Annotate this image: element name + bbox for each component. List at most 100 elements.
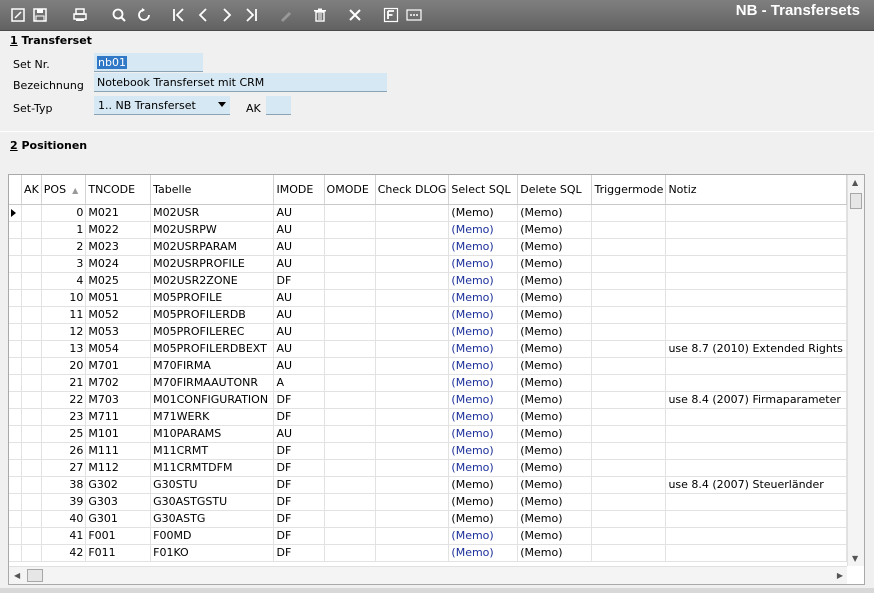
cell-ak[interactable] xyxy=(21,459,42,477)
cell-pos[interactable]: 11 xyxy=(41,306,87,324)
cell-tncode[interactable]: G301 xyxy=(85,510,152,528)
cell-omode[interactable] xyxy=(324,357,376,375)
table-row[interactable]: 41 F001 F00MD DF (Memo) (Memo) xyxy=(9,527,847,545)
cell-triggermode[interactable] xyxy=(591,442,667,460)
refresh-button[interactable] xyxy=(135,6,153,24)
row-indicator[interactable] xyxy=(9,408,23,426)
cell-select-sql[interactable]: (Memo) xyxy=(448,476,519,494)
cell-check-dlog[interactable] xyxy=(375,442,450,460)
cell-select-sql[interactable]: (Memo) xyxy=(448,272,519,290)
cell-tabelle[interactable]: M02USRPROFILE xyxy=(150,255,275,273)
table-row[interactable]: 11 M052 M05PROFILERDB AU (Memo) (Memo) xyxy=(9,306,847,324)
cell-check-dlog[interactable] xyxy=(375,323,450,341)
cell-pos[interactable]: 25 xyxy=(41,425,87,443)
column-header-delete-sql[interactable]: Delete SQL xyxy=(517,175,593,205)
cell-ak[interactable] xyxy=(21,238,42,256)
row-indicator[interactable] xyxy=(9,527,23,545)
cell-imode[interactable]: DF xyxy=(273,476,325,494)
cell-notiz[interactable] xyxy=(665,527,847,545)
cell-triggermode[interactable] xyxy=(591,357,667,375)
prev-record-button[interactable] xyxy=(194,6,212,24)
row-indicator[interactable] xyxy=(9,459,23,477)
cell-pos[interactable]: 38 xyxy=(41,476,87,494)
cell-delete-sql[interactable]: (Memo) xyxy=(517,493,593,511)
ak-field[interactable] xyxy=(266,96,291,115)
scroll-up-icon[interactable]: ▲ xyxy=(852,178,858,187)
cell-tabelle[interactable]: F00MD xyxy=(150,527,275,545)
next-record-button[interactable] xyxy=(218,6,236,24)
row-indicator[interactable] xyxy=(9,442,23,460)
cell-tncode[interactable]: F011 xyxy=(85,544,152,562)
cell-notiz[interactable] xyxy=(665,238,847,256)
column-header-tncode[interactable]: TNCODE xyxy=(85,175,152,205)
cell-pos[interactable]: 22 xyxy=(41,391,87,409)
cell-delete-sql[interactable]: (Memo) xyxy=(517,459,593,477)
cell-ak[interactable] xyxy=(21,289,42,307)
row-indicator[interactable] xyxy=(9,255,23,273)
cell-pos[interactable]: 3 xyxy=(41,255,87,273)
cell-omode[interactable] xyxy=(324,255,376,273)
cell-notiz[interactable] xyxy=(665,357,847,375)
cell-tabelle[interactable]: M05PROFILERDBEXT xyxy=(150,340,275,358)
cell-triggermode[interactable] xyxy=(591,340,667,358)
cell-notiz[interactable] xyxy=(665,544,847,562)
row-indicator[interactable] xyxy=(9,221,23,239)
cell-omode[interactable] xyxy=(324,391,376,409)
cell-pos[interactable]: 23 xyxy=(41,408,87,426)
table-row[interactable]: 3 M024 M02USRPROFILE AU (Memo) (Memo) xyxy=(9,255,847,273)
cell-delete-sql[interactable]: (Memo) xyxy=(517,340,593,358)
cell-delete-sql[interactable]: (Memo) xyxy=(517,306,593,324)
cell-delete-sql[interactable]: (Memo) xyxy=(517,527,593,545)
cell-imode[interactable]: DF xyxy=(273,493,325,511)
cell-notiz[interactable] xyxy=(665,221,847,239)
cell-imode[interactable]: AU xyxy=(273,357,325,375)
cell-check-dlog[interactable] xyxy=(375,527,450,545)
column-header-check-dlog[interactable]: Check DLOG xyxy=(375,175,450,205)
cell-notiz[interactable]: use 8.7 (2010) Extended Rights xyxy=(665,340,847,358)
horizontal-scroll-thumb[interactable] xyxy=(27,569,43,582)
cell-triggermode[interactable] xyxy=(591,289,667,307)
cell-pos[interactable]: 21 xyxy=(41,374,87,392)
cell-omode[interactable] xyxy=(324,459,376,477)
cell-select-sql[interactable]: (Memo) xyxy=(448,340,519,358)
cell-tabelle[interactable]: M02USRPW xyxy=(150,221,275,239)
cell-tabelle[interactable]: F01KO xyxy=(150,544,275,562)
cell-tncode[interactable]: M025 xyxy=(85,272,152,290)
edit-button[interactable] xyxy=(9,6,27,24)
table-row[interactable]: 27 M112 M11CRMTDFM DF (Memo) (Memo) xyxy=(9,459,847,477)
cell-omode[interactable] xyxy=(324,425,376,443)
column-header-notiz[interactable]: Notiz xyxy=(665,175,847,205)
cell-notiz[interactable]: use 8.4 (2007) Steuerländer xyxy=(665,476,847,494)
cell-select-sql[interactable]: (Memo) xyxy=(448,357,519,375)
table-row[interactable]: 20 M701 M70FIRMA AU (Memo) (Memo) xyxy=(9,357,847,375)
cell-notiz[interactable] xyxy=(665,289,847,307)
table-row[interactable]: 38 G302 G30STU DF (Memo) (Memo) use 8.4 (2007)… xyxy=(9,476,847,494)
cell-ak[interactable] xyxy=(21,442,42,460)
cell-notiz[interactable] xyxy=(665,323,847,341)
scroll-right-icon[interactable]: ▶ xyxy=(837,571,843,580)
cell-omode[interactable] xyxy=(324,221,376,239)
cell-select-sql[interactable]: (Memo) xyxy=(448,510,519,528)
cell-ak[interactable] xyxy=(21,510,42,528)
cell-imode[interactable]: AU xyxy=(273,255,325,273)
cell-tncode[interactable]: M112 xyxy=(85,459,152,477)
cell-triggermode[interactable] xyxy=(591,510,667,528)
cell-delete-sql[interactable]: (Memo) xyxy=(517,425,593,443)
cell-notiz[interactable] xyxy=(665,459,847,477)
cell-pos[interactable]: 39 xyxy=(41,493,87,511)
row-indicator[interactable] xyxy=(9,510,23,528)
cell-imode[interactable]: DF xyxy=(273,527,325,545)
cell-triggermode[interactable] xyxy=(591,323,667,341)
table-row[interactable]: 39 G303 G30ASTGSTU DF (Memo) (Memo) xyxy=(9,493,847,511)
cell-imode[interactable]: AU xyxy=(273,340,325,358)
row-indicator[interactable] xyxy=(9,323,23,341)
cell-check-dlog[interactable] xyxy=(375,544,450,562)
cell-check-dlog[interactable] xyxy=(375,357,450,375)
bezeichnung-field[interactable]: Notebook Transferset mit CRM xyxy=(94,73,387,92)
cell-tncode[interactable]: M101 xyxy=(85,425,152,443)
cell-imode[interactable]: AU xyxy=(273,204,325,222)
cell-ak[interactable] xyxy=(21,374,42,392)
cell-tncode[interactable]: M052 xyxy=(85,306,152,324)
cell-select-sql[interactable]: (Memo) xyxy=(448,544,519,562)
cell-select-sql[interactable]: (Memo) xyxy=(448,306,519,324)
